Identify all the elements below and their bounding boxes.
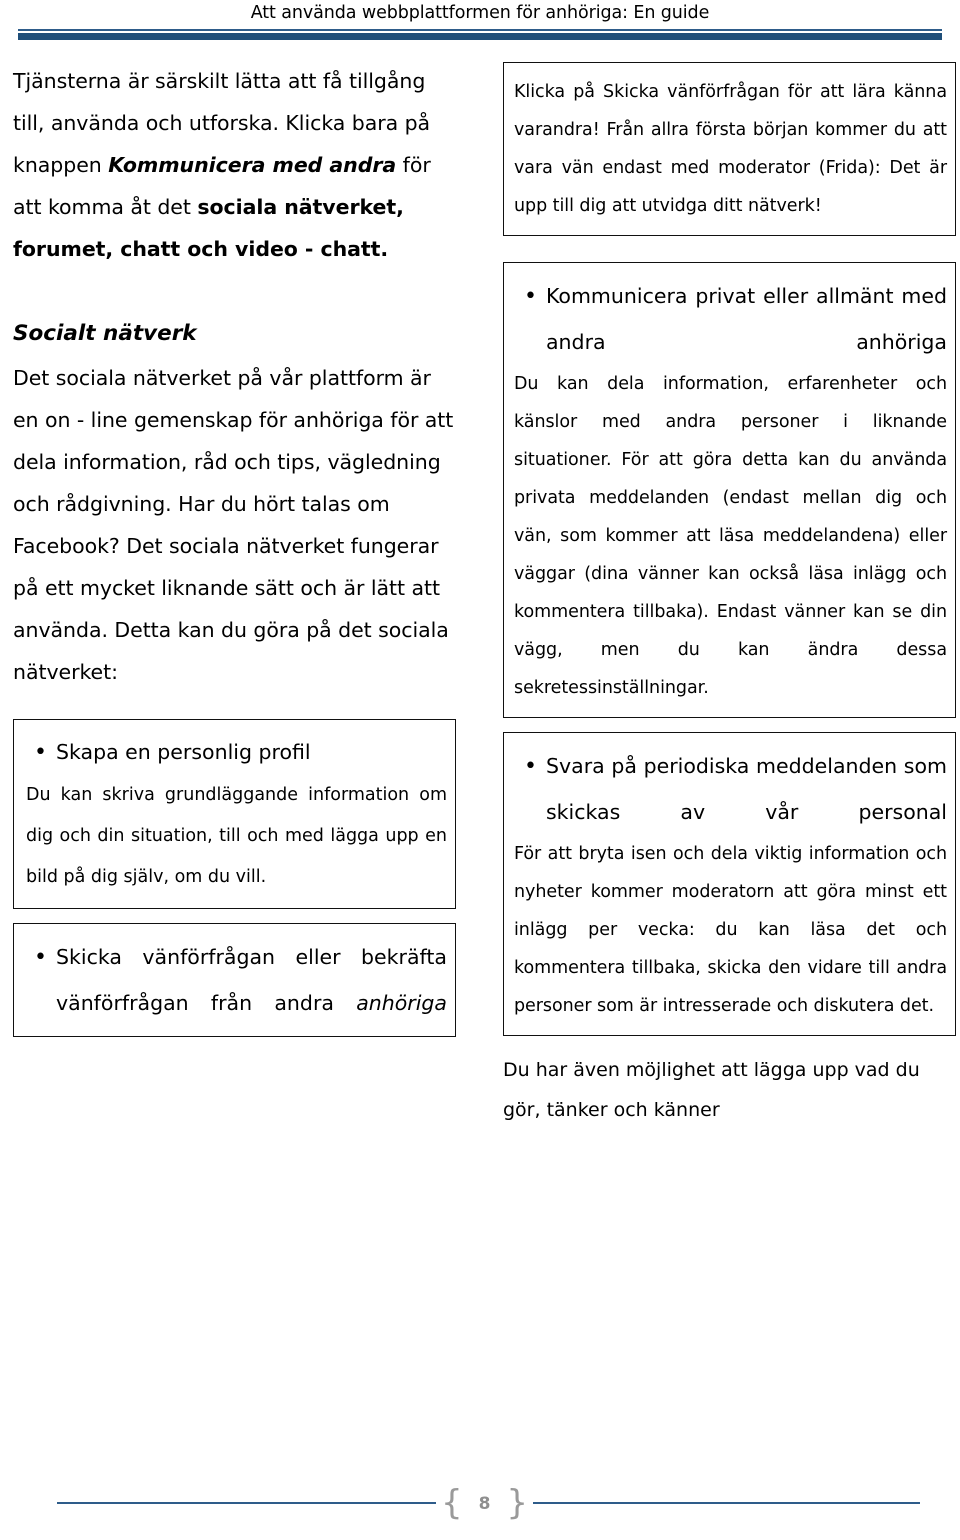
left-spacer-3: [13, 909, 456, 923]
bullet-icon: •: [34, 945, 47, 970]
right-box-1-text: Klicka på Skicka vänförfrågan för att lä…: [514, 82, 947, 216]
bullet-icon: •: [524, 754, 537, 779]
right-box-3-body: För att bryta isen och dela viktig infor…: [514, 844, 947, 1016]
left-heading-socialt-natverk: Socialt nätverk: [13, 321, 197, 346]
header-rule-thin: [18, 29, 942, 31]
left-column: Tjänsterna är särskilt lätta att få till…: [13, 60, 456, 1037]
footer-rule-left: [57, 1502, 436, 1505]
page-header-title: Att använda webbplattformen för anhöriga…: [250, 3, 710, 23]
left-spacer-2: [13, 693, 456, 719]
left-box-friend-request: • Skicka vänförfrågan eller bekräfta vän…: [13, 923, 456, 1037]
left-box-2-bullet-row: • Skicka vänförfrågan eller bekräfta vän…: [24, 934, 447, 1026]
left-paragraph-2: Det sociala nätverket på vår plattform ä…: [13, 366, 454, 684]
header-rule-thick: [18, 33, 942, 40]
right-spacer-2: [503, 718, 956, 732]
right-box-3-heading: Svara på periodiska meddelanden som skic…: [546, 754, 947, 824]
page-number-group: {8}: [436, 1482, 533, 1525]
right-box-intro: Klicka på Skicka vänförfrågan för att lä…: [503, 62, 956, 236]
left-box-1-heading: Skapa en personlig profil: [56, 740, 311, 764]
left-paragraph-1-emphasis: Kommunicera med andra: [108, 153, 397, 177]
left-box-1-bullet-row: • Skapa en personlig profil: [24, 730, 447, 775]
right-trailing-paragraph: Du har även möjlighet att lägga upp vad …: [503, 1059, 920, 1121]
bullet-icon: •: [34, 740, 47, 765]
right-spacer-1: [503, 236, 956, 262]
right-box-2-body: Du kan dela information, erfarenheter oc…: [514, 374, 947, 698]
right-box-answer-messages: • Svara på periodiska meddelanden som sk…: [503, 732, 956, 1036]
page-footer: {8}: [0, 1483, 960, 1528]
right-box-2-heading: Kommunicera privat eller allmänt med and…: [546, 284, 947, 354]
brace-open-icon: {: [440, 1483, 463, 1523]
left-spacer-1: [13, 270, 456, 314]
brace-close-icon: }: [506, 1483, 529, 1523]
bullet-icon: •: [524, 284, 537, 309]
left-box-2-heading: Skicka vänförfrågan eller bekräfta vänfö…: [56, 934, 447, 1026]
left-box-2-heading-emphasis: anhöriga: [356, 991, 447, 1015]
right-box-communicate: • Kommunicera privat eller allmänt med a…: [503, 262, 956, 718]
left-paragraph-1: Tjänsterna är särskilt lätta att få till…: [13, 60, 456, 270]
right-spacer-3: [503, 1036, 956, 1050]
right-column: Klicka på Skicka vänförfrågan för att lä…: [503, 62, 956, 1130]
left-box-create-profile: • Skapa en personlig profil Du kan skriv…: [13, 719, 456, 909]
footer-rule-right: [533, 1502, 920, 1505]
right-box-2-bullet-row: • Kommunicera privat eller allmänt med a…: [514, 273, 947, 365]
page-header: Att använda webbplattformen för anhöriga…: [0, 0, 960, 50]
left-box-1-body: Du kan skriva grundläggande information …: [26, 785, 447, 887]
page-number: 8: [478, 1494, 491, 1514]
right-box-3-bullet-row: • Svara på periodiska meddelanden som sk…: [514, 743, 947, 835]
